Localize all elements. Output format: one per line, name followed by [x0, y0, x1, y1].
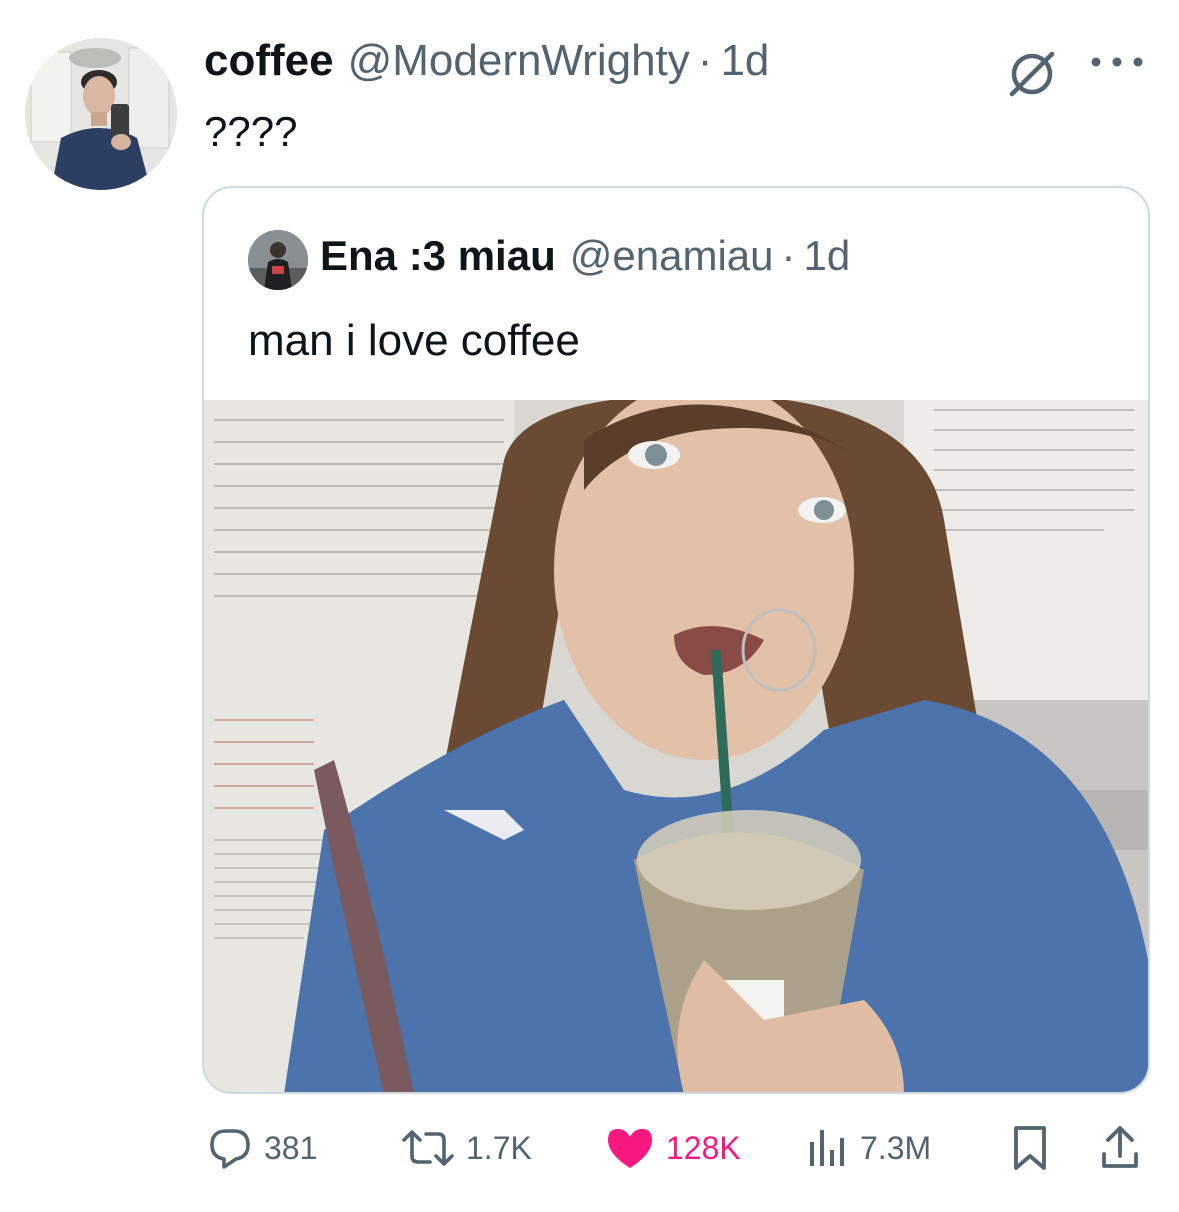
reply-icon [210, 1129, 250, 1169]
share-button[interactable] [1098, 1118, 1142, 1178]
action-bar: 381 1.7K 128K 7.3M [0, 1118, 1179, 1178]
like-button[interactable]: 128K [604, 1118, 741, 1178]
photo-image [204, 400, 1148, 1092]
more-icon[interactable] [1088, 54, 1146, 70]
retweet-button[interactable]: 1.7K [400, 1118, 532, 1178]
author-avatar[interactable] [25, 38, 177, 190]
heart-icon [608, 1129, 652, 1168]
reply-count: 381 [264, 1129, 318, 1166]
quote-header: Ena :3 miau @enamiau · 1d [320, 232, 850, 280]
share-icon [1102, 1126, 1138, 1168]
views-icon [810, 1130, 844, 1166]
retweet-icon [402, 1130, 454, 1166]
bookmark-button[interactable] [1008, 1118, 1052, 1178]
avatar-image [25, 38, 177, 190]
quote-avatar-image [248, 230, 308, 290]
quote-text: man i love coffee [248, 316, 580, 365]
tweet-text: ???? [204, 108, 298, 155]
retweet-count: 1.7K [466, 1129, 532, 1166]
author-handle[interactable]: @ModernWrighty [348, 36, 690, 86]
tweet-time[interactable]: 1d [720, 36, 769, 86]
author-name[interactable]: coffee [204, 36, 334, 86]
like-count: 128K [666, 1129, 741, 1166]
quote-author-avatar[interactable] [248, 230, 308, 290]
quote-photo[interactable] [204, 400, 1148, 1092]
quote-header-separator: · [781, 232, 796, 279]
quote-time[interactable]: 1d [804, 232, 851, 280]
tweet-header: coffee @ModernWrighty · 1d [204, 36, 769, 92]
header-separator: · [697, 36, 713, 85]
quote-tweet-card[interactable]: Ena :3 miau @enamiau · 1d man i love cof… [202, 186, 1150, 1094]
bookmark-icon [1014, 1126, 1046, 1170]
quote-author-handle[interactable]: @enamiau [570, 232, 774, 280]
no-entry-icon[interactable] [1006, 48, 1058, 100]
reply-button[interactable]: 381 [206, 1118, 317, 1178]
views-button[interactable]: 7.3M [806, 1118, 931, 1178]
views-count: 7.3M [860, 1129, 932, 1166]
quote-author-name[interactable]: Ena :3 miau [320, 232, 556, 280]
